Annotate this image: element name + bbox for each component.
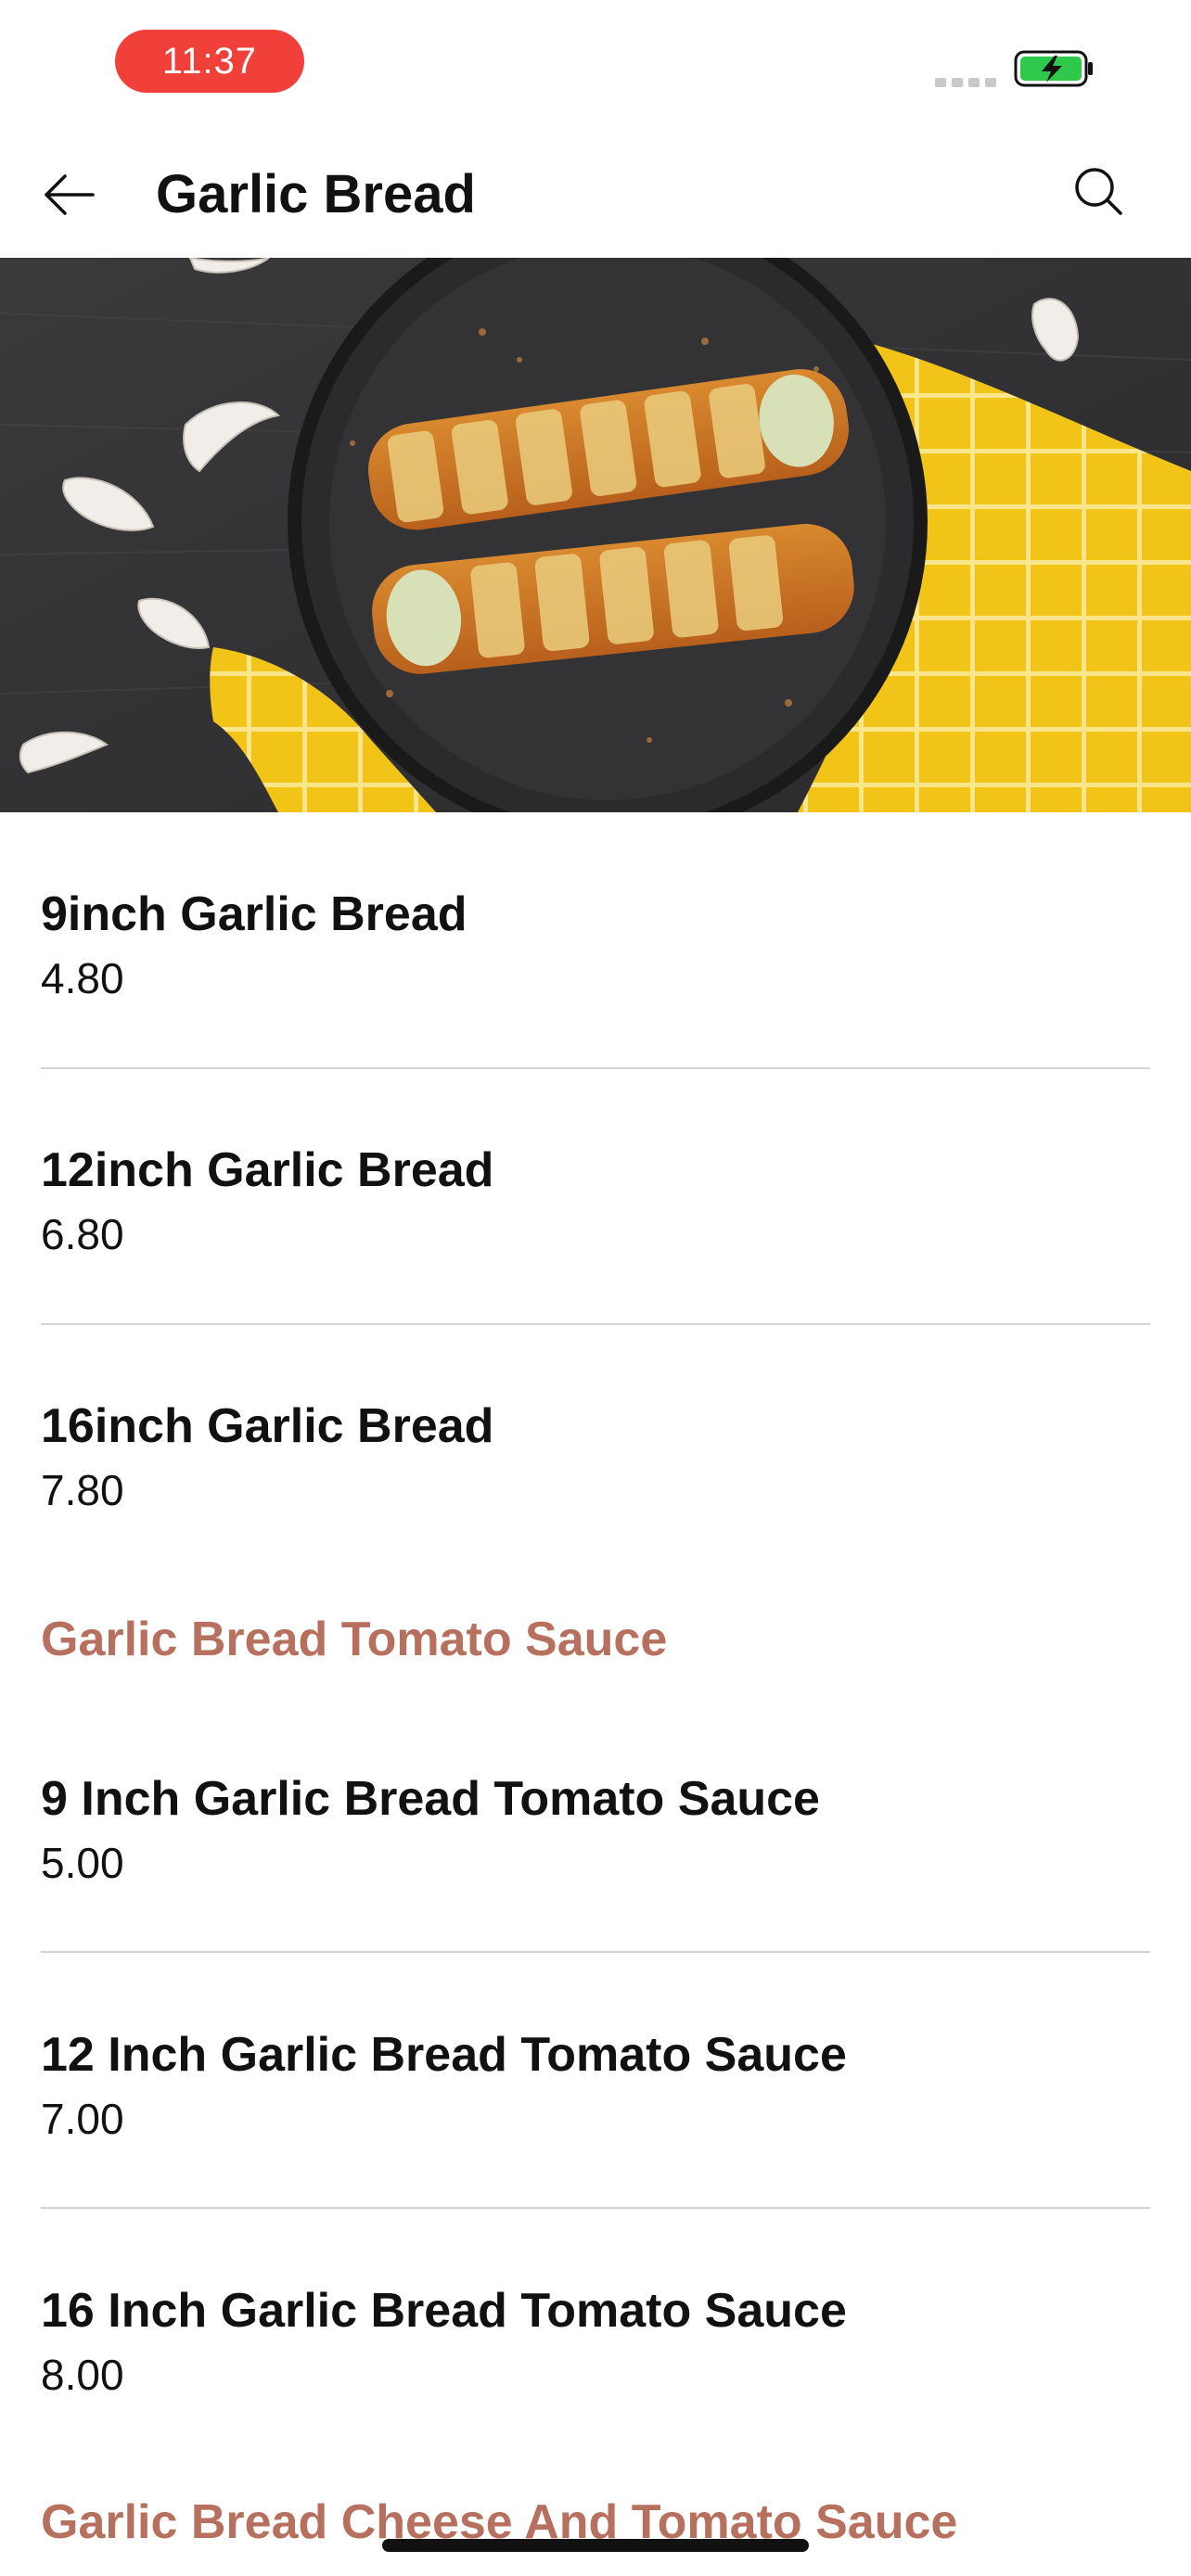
status-bar: 11:37 bbox=[0, 0, 1191, 130]
item-name: 9 Inch Garlic Bread Tomato Sauce bbox=[41, 1772, 820, 1826]
item-name: 12inch Garlic Bread bbox=[41, 1143, 494, 1197]
divider bbox=[41, 1951, 1150, 1953]
signal-icon bbox=[935, 78, 996, 87]
item-price: 7.00 bbox=[41, 2095, 124, 2143]
item-price: 7.80 bbox=[41, 1466, 124, 1514]
status-time: 11:37 bbox=[115, 30, 304, 93]
item-name: 16inch Garlic Bread bbox=[41, 1399, 494, 1453]
item-price: 6.80 bbox=[41, 1210, 124, 1258]
divider bbox=[41, 1067, 1150, 1069]
item-name: 9inch Garlic Bread bbox=[41, 887, 467, 941]
list-item[interactable]: 9inch Garlic Bread 4.80 bbox=[41, 885, 1150, 1005]
divider bbox=[41, 1323, 1150, 1325]
search-icon[interactable] bbox=[1070, 163, 1126, 219]
item-name: 16 Inch Garlic Bread Tomato Sauce bbox=[41, 2284, 847, 2338]
list-item[interactable]: 9 Inch Garlic Bread Tomato Sauce 5.00 bbox=[41, 1769, 1150, 1890]
item-name: 12 Inch Garlic Bread Tomato Sauce bbox=[41, 2028, 847, 2082]
item-price: 4.80 bbox=[41, 954, 124, 1002]
home-indicator bbox=[382, 2539, 809, 2552]
arrow-left-icon[interactable] bbox=[41, 167, 96, 223]
divider bbox=[41, 2207, 1150, 2209]
item-price: 8.00 bbox=[41, 2351, 124, 2399]
garlic-bread-photo bbox=[0, 258, 1191, 812]
top-app-bar: Garlic Bread bbox=[0, 130, 1191, 258]
list-item[interactable]: 16inch Garlic Bread 7.80 bbox=[41, 1396, 1150, 1517]
item-price: 5.00 bbox=[41, 1839, 124, 1887]
page-title: Garlic Bread bbox=[156, 164, 476, 224]
list-item[interactable]: 12inch Garlic Bread 6.80 bbox=[41, 1141, 1150, 1261]
list-item[interactable]: 16 Inch Garlic Bread Tomato Sauce 8.00 bbox=[41, 2281, 1150, 2402]
list-item[interactable]: 12 Inch Garlic Bread Tomato Sauce 7.00 bbox=[41, 2025, 1150, 2146]
section-title: Garlic Bread Tomato Sauce bbox=[41, 1613, 668, 1666]
battery-charging-icon bbox=[1014, 50, 1093, 87]
